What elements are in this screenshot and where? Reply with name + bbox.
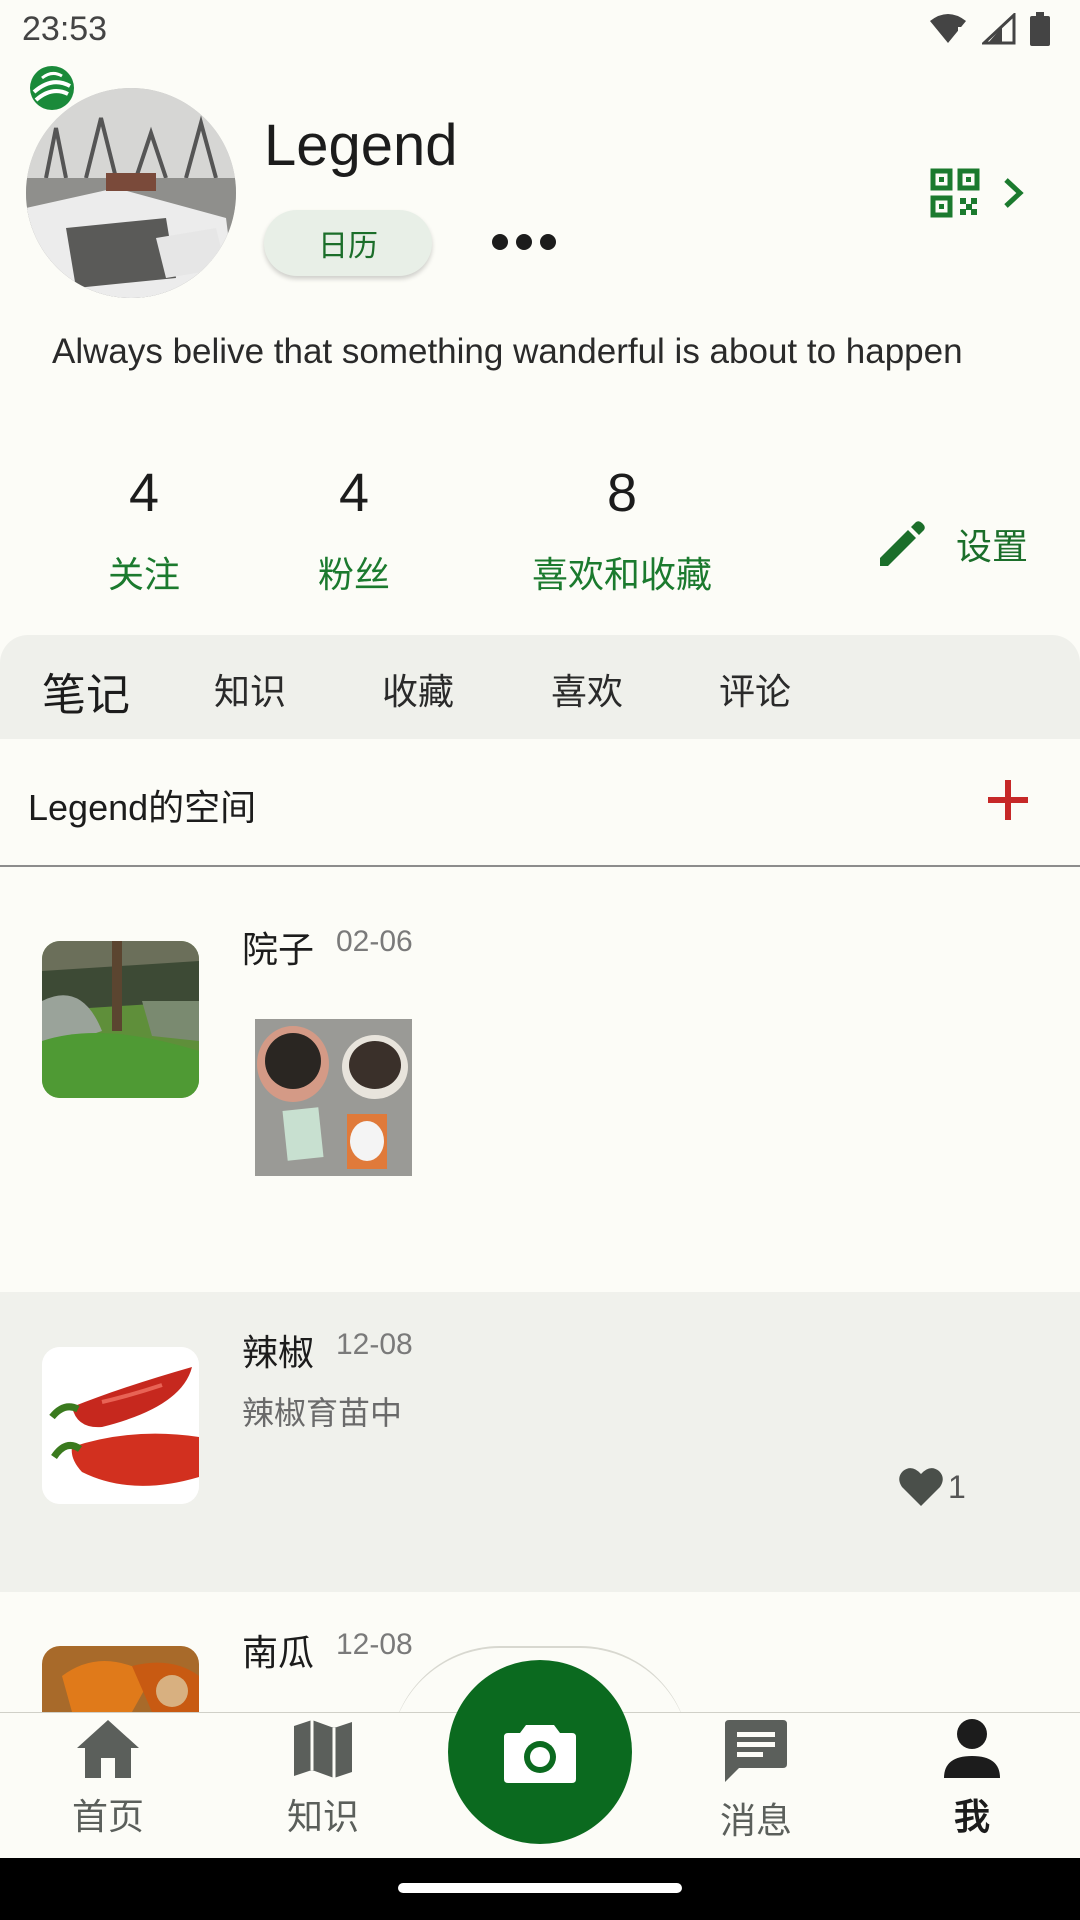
stat-likes-label: 喜欢和收藏 (531, 555, 712, 596)
avatar[interactable] (26, 88, 236, 298)
bio-text: Always belive that something wanderful i… (52, 332, 963, 371)
username: Legend (264, 113, 458, 178)
note-thumbnail (42, 941, 199, 1098)
tab-likes[interactable]: 喜欢 (551, 663, 623, 715)
add-icon[interactable] (986, 778, 1030, 822)
app-logo-icon (30, 66, 74, 110)
nav-knowledge[interactable]: 知识 (258, 1718, 388, 1840)
space-title: Legend的空间 (28, 787, 257, 828)
settings-button[interactable]: 设置 (876, 518, 1028, 570)
status-time: 23:53 (22, 10, 108, 48)
home-icon (77, 1720, 139, 1778)
pencil-icon (880, 521, 925, 566)
nav-me[interactable]: 我 (907, 1718, 1037, 1840)
camera-button[interactable] (448, 1660, 632, 1844)
calendar-button[interactable]: 日历 (264, 210, 432, 276)
settings-label: 设置 (956, 527, 1029, 568)
stat-following-value: 4 (128, 463, 160, 523)
stat-followers-value: 4 (338, 463, 370, 523)
map-icon (294, 1720, 352, 1778)
nav-home-label: 首页 (71, 1797, 144, 1838)
note-title: 院子 (242, 930, 315, 971)
camera-icon (504, 1725, 576, 1783)
note-body: 辣椒育苗中 (242, 1394, 403, 1432)
nav-home[interactable]: 首页 (43, 1718, 173, 1840)
qr-code-button[interactable] (930, 168, 1026, 218)
home-gesture-handle[interactable] (398, 1883, 682, 1893)
battery-icon (1030, 12, 1050, 46)
like-count-value: 1 (948, 1468, 966, 1505)
tab-knowledge[interactable]: 知识 (214, 663, 286, 715)
nav-knowledge-label: 知识 (286, 1797, 359, 1838)
note-image[interactable] (255, 1019, 412, 1176)
message-icon (725, 1720, 787, 1782)
status-icons (928, 12, 1050, 46)
nav-messages-label: 消息 (719, 1801, 792, 1842)
note-date: 02-06 (336, 925, 413, 958)
qr-code-icon (930, 168, 980, 218)
heart-icon (899, 1468, 943, 1506)
person-icon (944, 1719, 1000, 1778)
note-title: 南瓜 (242, 1633, 315, 1674)
note-thumbnail (42, 1347, 199, 1504)
more-options-icon[interactable] (492, 234, 556, 250)
note-title: 辣椒 (242, 1333, 315, 1374)
stat-following[interactable]: 4 关注 (94, 458, 194, 598)
stat-likes-favorites[interactable]: 8 喜欢和收藏 (522, 458, 722, 598)
tab-comments[interactable]: 评论 (719, 663, 791, 715)
nav-me-label: 我 (953, 1797, 990, 1838)
note-date: 12-08 (336, 1328, 413, 1361)
wifi-icon (930, 14, 966, 43)
stat-following-label: 关注 (107, 555, 180, 596)
tab-notes[interactable]: 笔记 (42, 659, 130, 723)
nav-messages[interactable]: 消息 (691, 1718, 821, 1844)
note-date: 12-08 (336, 1628, 413, 1661)
stat-likes-value: 8 (606, 463, 638, 523)
content-tabs: 笔记 知识 收藏 喜欢 评论 (0, 635, 1080, 739)
stat-followers-label: 粉丝 (317, 555, 390, 596)
signal-icon (982, 13, 1016, 45)
like-count[interactable]: 1 (898, 1466, 966, 1508)
chevron-right-icon (1004, 178, 1024, 208)
list-item[interactable]: 辣椒 12-08 辣椒育苗中 1 (0, 1292, 1080, 1592)
stat-followers[interactable]: 4 粉丝 (304, 458, 404, 598)
note-thumbnail (42, 1646, 199, 1712)
status-bar: 23:53 (0, 0, 1080, 62)
list-item[interactable]: 院子 02-06 (0, 869, 1080, 1292)
space-header: Legend的空间 (0, 739, 1080, 867)
tab-favorites[interactable]: 收藏 (382, 663, 454, 715)
